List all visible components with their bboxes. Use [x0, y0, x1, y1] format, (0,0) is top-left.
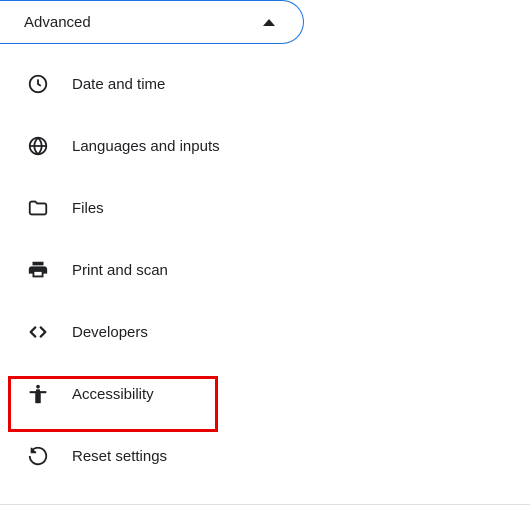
menu-item-label: Files — [72, 200, 104, 217]
printer-icon — [26, 258, 50, 282]
menu-item-files[interactable]: Files — [0, 184, 530, 232]
menu-item-label: Reset settings — [72, 448, 167, 465]
advanced-section-header[interactable]: Advanced — [0, 0, 304, 44]
menu-item-label: Print and scan — [72, 262, 168, 279]
divider — [0, 504, 530, 505]
menu-item-label: Developers — [72, 324, 148, 341]
code-icon — [26, 320, 50, 344]
advanced-label: Advanced — [24, 14, 91, 31]
clock-icon — [26, 72, 50, 96]
menu-item-label: Date and time — [72, 76, 165, 93]
menu-item-label: Languages and inputs — [72, 138, 220, 155]
caret-up-icon — [263, 19, 275, 26]
folder-icon — [26, 196, 50, 220]
menu-item-print-scan[interactable]: Print and scan — [0, 246, 530, 294]
menu-item-developers[interactable]: Developers — [0, 308, 530, 356]
menu-item-date-time[interactable]: Date and time — [0, 60, 530, 108]
menu-item-reset[interactable]: Reset settings — [0, 432, 530, 480]
accessibility-icon — [26, 382, 50, 406]
advanced-menu: Date and time Languages and inputs Files… — [0, 60, 530, 480]
menu-item-label: Accessibility — [72, 386, 154, 403]
globe-icon — [26, 134, 50, 158]
menu-item-languages[interactable]: Languages and inputs — [0, 122, 530, 170]
menu-item-accessibility[interactable]: Accessibility — [0, 370, 530, 418]
reset-icon — [26, 444, 50, 468]
